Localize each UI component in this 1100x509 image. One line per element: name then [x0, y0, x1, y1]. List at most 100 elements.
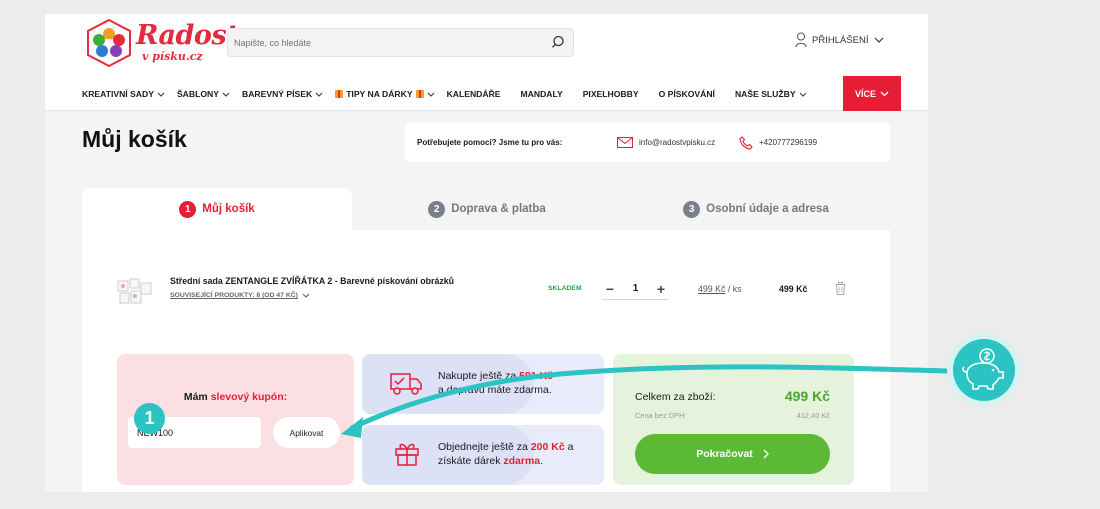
logo-text: Radost	[136, 20, 239, 51]
help-phone: +420777296199	[759, 138, 818, 147]
search-icon[interactable]	[551, 35, 565, 49]
total-without-vat-label: Cena bez DPH:	[635, 411, 687, 420]
help-phone-link[interactable]: +420777296199	[739, 135, 818, 150]
logo-subtext: v písku.cz	[142, 50, 203, 63]
coupon-title-text: Mám	[183, 391, 211, 403]
nav-label: MANDALY	[520, 89, 563, 99]
step-shipping-payment[interactable]: 2 Doprava & platba	[352, 188, 622, 230]
free-gift-text-line2: získáte dárek	[438, 455, 504, 467]
step-number: 2	[428, 200, 446, 218]
nav-item-tipy-na-darky[interactable]: TIPY NA DÁRKY	[335, 89, 434, 99]
total-value: 499 Kč	[784, 388, 830, 404]
nav-item-o-piskovani[interactable]: O PÍSKOVÁNÍ	[659, 89, 715, 99]
unit-price: 499 Kč / ks	[698, 284, 742, 294]
unit-price-value: 499 Kč	[698, 284, 726, 294]
trash-icon[interactable]	[835, 282, 846, 295]
related-products-label: SOUVISEJÍCÍ PRODUKTY: 8 (OD 47 KČ)	[170, 292, 298, 299]
free-shipping-amount: 591 Kč	[519, 370, 553, 382]
phone-icon	[739, 135, 753, 150]
nav-item-kalendare[interactable]: KALENDÁŘE	[447, 89, 501, 99]
search-input[interactable]	[228, 29, 528, 56]
nav-item-kreativni-sady[interactable]: KREATIVNÍ SADY	[82, 89, 165, 99]
free-shipping-text-start: Nakupte ještě za	[438, 370, 520, 382]
more-label: VÍCE	[854, 88, 876, 99]
piggy-bank-badge-inner	[953, 339, 1015, 401]
mail-icon	[617, 137, 633, 148]
nav-label: KALENDÁŘE	[446, 89, 501, 99]
free-gift-text-mid: a	[564, 441, 574, 453]
chevron-down-icon	[302, 293, 310, 298]
coupon-title-highlight: slevový kupón:	[210, 391, 288, 403]
nav-label: KREATIVNÍ SADY	[82, 89, 154, 99]
logo[interactable]: Radost v písku.cz	[80, 18, 239, 68]
item-total-price: 499 Kč	[779, 284, 808, 294]
quantity-value[interactable]: 1	[633, 283, 639, 294]
total-without-vat-value: 412,40 Kč	[796, 411, 830, 420]
free-shipping-text: Nakupte ještě za 591 Kč a dopravu máte z…	[438, 369, 553, 397]
chevron-down-icon	[880, 91, 889, 96]
user-icon	[795, 32, 807, 48]
nav-label: ŠABLONY	[176, 89, 219, 99]
order-summary: Celkem za zboží: 499 Kč Cena bez DPH: 41…	[613, 354, 854, 485]
nav-label: BAREVNÝ PÍSEK	[241, 89, 313, 99]
quantity-plus-button[interactable]: +	[653, 281, 669, 297]
chevron-down-icon	[874, 37, 883, 43]
nav-label: PIXELHOBBY	[582, 89, 639, 99]
free-gift-amount: 200 Kč	[530, 441, 565, 453]
login-link[interactable]: PŘIHLÁŠENÍ	[795, 32, 884, 48]
free-gift-text-end: .	[540, 455, 544, 467]
related-products-toggle[interactable]: SOUVISEJÍCÍ PRODUKTY: 8 (OD 47 KČ)	[170, 292, 310, 299]
nav-label: NAŠE SLUŽBY	[734, 89, 796, 99]
chevron-down-icon	[315, 92, 323, 97]
free-shipping-box: Nakupte ještě za 591 Kč a dopravu máte z…	[362, 354, 604, 414]
step-number: 1	[179, 200, 197, 218]
help-title: Potřebujete pomoci? Jsme tu pro vás:	[417, 138, 563, 147]
annotation-step-badge: 1	[134, 403, 165, 434]
quantity-stepper: − 1 +	[602, 278, 669, 300]
nav-item-nase-sluzby[interactable]: NAŠE SLUŽBY	[735, 89, 807, 99]
chevron-right-icon	[763, 449, 769, 459]
chevron-down-icon	[222, 92, 230, 97]
nav-item-sablony[interactable]: ŠABLONY	[177, 89, 230, 99]
checkout-steps: 1 Můj košík 2 Doprava & platba 3 Osobní …	[82, 188, 890, 230]
free-gift-text-start: Objednejte ještě za	[438, 441, 531, 453]
nav-item-barevny-pisek[interactable]: BAREVNÝ PÍSEK	[242, 89, 323, 99]
step-label: Doprava & platba	[451, 203, 546, 215]
step-number: 3	[683, 200, 701, 218]
coupon-title: Mám slevový kupón:	[117, 391, 354, 403]
site-header: Radost v písku.cz PŘIHLÁŠENÍ KREATIVNÍ S…	[45, 14, 928, 111]
piggy-bank-icon	[962, 348, 1004, 390]
step-personal-details[interactable]: 3 Osobní údaje a adresa	[622, 188, 890, 230]
cart-item: Střední sada ZENTANGLE ZVÍŘÁTKA 2 - Bare…	[82, 270, 890, 320]
continue-label: Pokračovat	[696, 448, 753, 460]
help-box: Potřebujete pomoci? Jsme tu pro vás: inf…	[405, 123, 890, 162]
page-title: Můj košík	[82, 126, 187, 152]
main-nav: KREATIVNÍ SADY ŠABLONY BAREVNÝ PÍSEK TIP…	[82, 76, 819, 112]
chevron-down-icon	[157, 92, 165, 97]
free-gift-text: Objednejte ještě za 200 Kč a získáte dár…	[438, 440, 573, 468]
product-thumbnail[interactable]	[117, 278, 153, 306]
unit-price-suffix: / ks	[727, 284, 742, 294]
login-label: PŘIHLÁŠENÍ	[812, 34, 869, 46]
step-cart[interactable]: 1 Můj košík	[82, 188, 352, 230]
product-name[interactable]: Střední sada ZENTANGLE ZVÍŘÁTKA 2 - Bare…	[170, 276, 454, 286]
free-gift-highlight: zdarma	[503, 455, 541, 467]
more-menu-button[interactable]: VÍCE	[843, 76, 901, 111]
total-label: Celkem za zboží:	[635, 391, 716, 403]
chevron-down-icon	[799, 92, 806, 97]
apply-coupon-button[interactable]: Aplikovat	[273, 417, 340, 448]
step-label: Osobní údaje a adresa	[706, 203, 829, 215]
nav-item-pixelhobby[interactable]: PIXELHOBBY	[583, 89, 639, 99]
help-email-link[interactable]: info@radostvpisku.cz	[617, 137, 739, 148]
gift-box-icon	[395, 443, 419, 466]
stock-status: SKLADEM	[548, 285, 582, 292]
free-gift-box: Objednejte ještě za 200 Kč a získáte dár…	[362, 425, 604, 485]
nav-item-mandaly[interactable]: MANDALY	[521, 89, 563, 99]
page: Radost v písku.cz PŘIHLÁŠENÍ KREATIVNÍ S…	[45, 14, 928, 492]
nav-label: O PÍSKOVÁNÍ	[658, 89, 715, 99]
continue-button[interactable]: Pokračovat	[635, 434, 830, 474]
gift-icon	[415, 90, 424, 98]
quantity-minus-button[interactable]: −	[602, 281, 618, 297]
nav-label: TIPY NA DÁRKY	[346, 89, 413, 99]
help-email: info@radostvpisku.cz	[639, 138, 716, 147]
